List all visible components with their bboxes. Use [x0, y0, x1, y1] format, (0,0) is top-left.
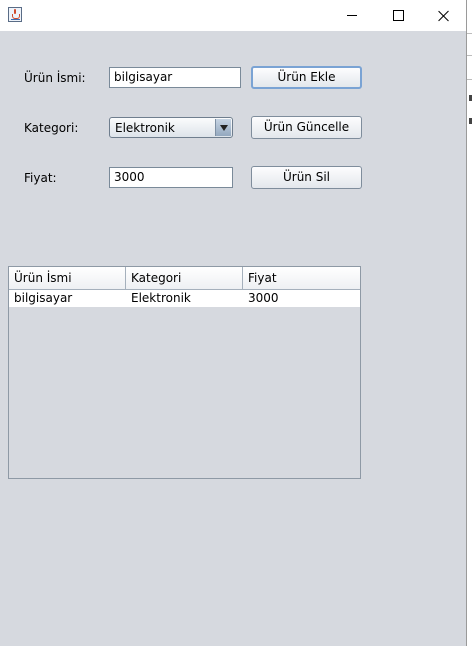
- name-label: Ürün İsmi:: [24, 71, 86, 85]
- name-field[interactable]: bilgisayar: [109, 67, 241, 88]
- table-header: Ürün İsmi Kategori Fiyat: [9, 267, 360, 290]
- maximize-icon: [392, 10, 404, 21]
- column-header-category[interactable]: Kategori: [126, 267, 243, 289]
- table-row[interactable]: bilgisayar Elektronik 3000: [9, 290, 360, 307]
- cell-category: Elektronik: [131, 291, 191, 305]
- java-app-icon[interactable]: [8, 7, 22, 22]
- minimize-button[interactable]: [329, 0, 375, 31]
- update-product-button[interactable]: Ürün Güncelle: [251, 116, 362, 139]
- price-field[interactable]: 3000: [109, 167, 233, 188]
- column-header-price[interactable]: Fiyat: [243, 267, 360, 289]
- column-header-name[interactable]: Ürün İsmi: [9, 267, 126, 289]
- background-window-edge: [467, 31, 472, 646]
- chevron-down-icon: [219, 124, 228, 131]
- price-label: Fiyat:: [24, 171, 57, 185]
- category-select[interactable]: Elektronik: [109, 117, 233, 138]
- close-icon: [438, 10, 450, 22]
- add-product-button[interactable]: Ürün Ekle: [251, 66, 362, 89]
- app-window: Ürün İsmi: bilgisayar Ürün Ekle Kategori…: [0, 0, 467, 646]
- product-table[interactable]: Ürün İsmi Kategori Fiyat bilgisayar Elek…: [8, 266, 361, 479]
- delete-product-button[interactable]: Ürün Sil: [251, 166, 362, 189]
- cell-name: bilgisayar: [14, 291, 73, 305]
- minimize-icon: [347, 15, 357, 16]
- category-label: Kategori:: [24, 121, 79, 135]
- cell-price: 3000: [248, 291, 279, 305]
- close-button[interactable]: [421, 0, 467, 31]
- title-bar: [0, 0, 466, 31]
- category-selected-value: Elektronik: [115, 121, 175, 135]
- maximize-button[interactable]: [375, 0, 421, 31]
- dropdown-arrow-button[interactable]: [215, 119, 231, 136]
